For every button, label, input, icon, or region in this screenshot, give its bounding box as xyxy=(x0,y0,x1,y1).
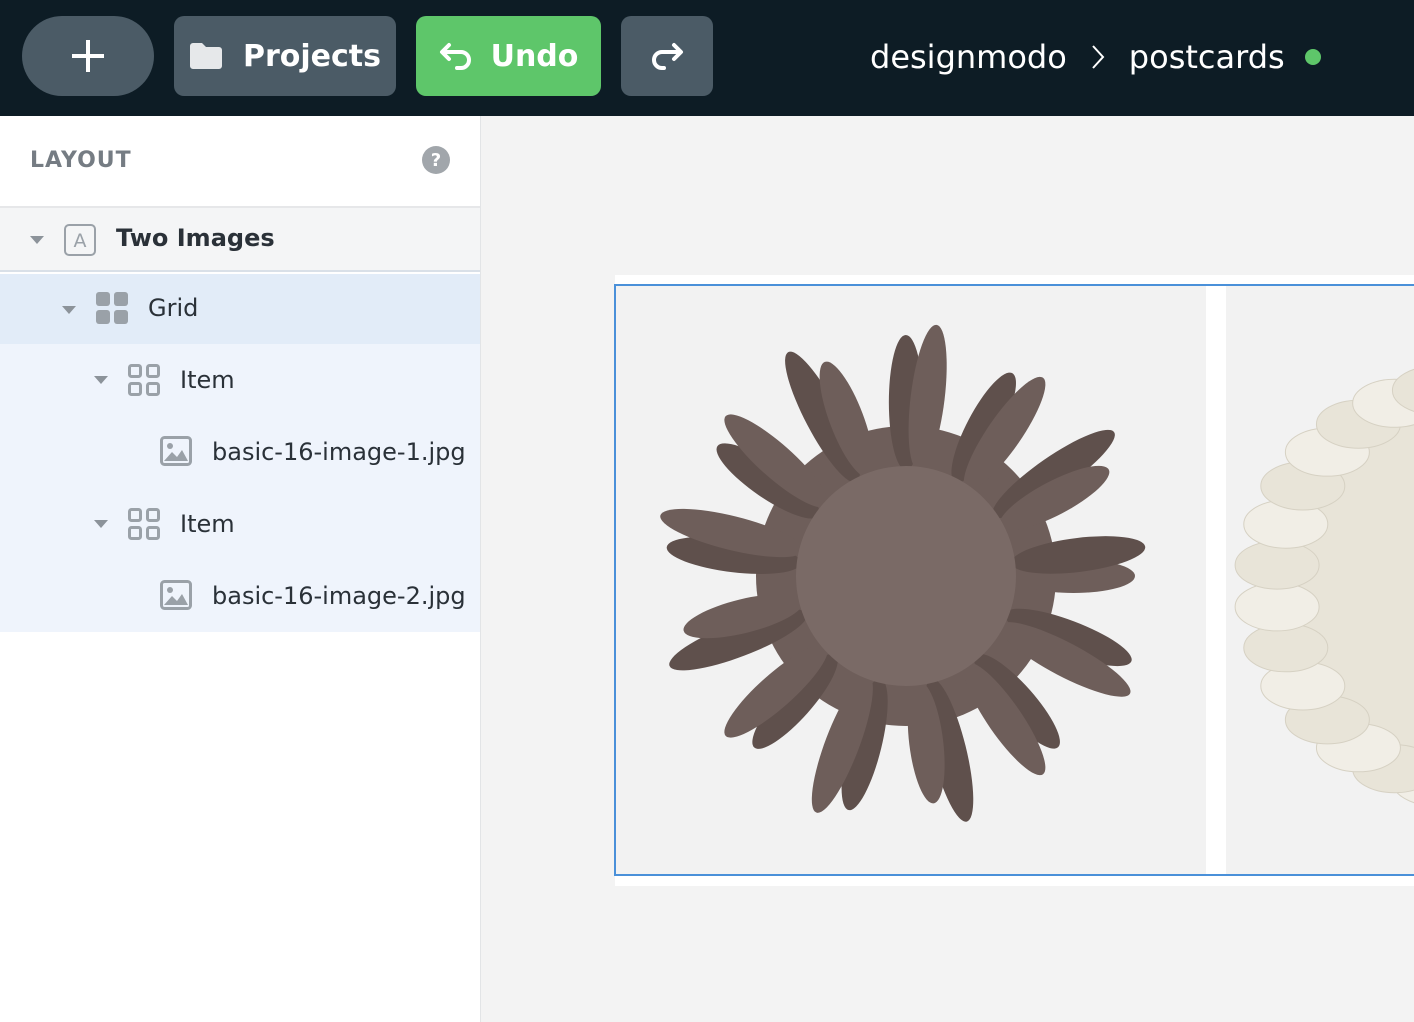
add-button[interactable] xyxy=(22,16,154,96)
tree-label: basic-16-image-2.jpg xyxy=(212,582,466,610)
image-icon xyxy=(160,580,192,616)
svg-text:A: A xyxy=(74,230,87,252)
tree-node-item[interactable]: Item xyxy=(0,344,480,416)
grid-outline-icon xyxy=(128,508,160,546)
sidebar-title: LAYOUT xyxy=(30,148,132,173)
redo-arrow-icon xyxy=(652,43,683,70)
design-canvas[interactable] xyxy=(481,116,1414,1022)
tree-node-image[interactable]: basic-16-image-1.jpg xyxy=(0,416,480,488)
projects-button[interactable]: Projects xyxy=(174,16,396,96)
breadcrumb-project[interactable]: postcards xyxy=(1129,38,1285,76)
chevron-right-icon xyxy=(1091,44,1105,70)
image-icon xyxy=(160,436,192,472)
sidebar-header: LAYOUT ? xyxy=(0,116,480,208)
grid-filled-icon xyxy=(96,292,128,330)
tree-node-grid[interactable]: Grid xyxy=(0,274,480,344)
top-toolbar: Projects Undo designmodo postcards xyxy=(0,0,1414,116)
plus-icon xyxy=(72,40,104,72)
undo-arrow-icon xyxy=(439,43,471,70)
tree-label: Item xyxy=(180,366,235,394)
tree-label: Two Images xyxy=(116,224,275,252)
help-icon[interactable]: ? xyxy=(422,146,450,174)
undo-label: Undo xyxy=(490,38,579,74)
tree-label: basic-16-image-1.jpg xyxy=(212,438,466,466)
status-indicator xyxy=(1304,49,1321,65)
text-block-icon: A xyxy=(64,224,96,262)
breadcrumb-workspace[interactable]: designmodo xyxy=(870,38,1067,76)
tree-label: Grid xyxy=(148,294,199,322)
selection-frame xyxy=(614,284,1414,876)
breadcrumb: designmodo postcards xyxy=(870,30,1321,84)
undo-button[interactable]: Undo xyxy=(416,16,601,96)
tree-node-image[interactable]: basic-16-image-2.jpg xyxy=(0,560,480,632)
layout-sidebar: LAYOUT ? A Two Images Grid Item basic-16… xyxy=(0,116,481,1022)
grid-outline-icon xyxy=(128,364,160,402)
expand-caret-icon[interactable] xyxy=(94,520,108,528)
expand-caret-icon[interactable] xyxy=(94,376,108,384)
redo-button[interactable] xyxy=(621,16,713,96)
expand-caret-icon[interactable] xyxy=(62,306,76,314)
folder-icon xyxy=(189,43,222,69)
tree-label: Item xyxy=(180,510,235,538)
tree-node-two-images[interactable]: A Two Images xyxy=(0,208,480,272)
projects-label: Projects xyxy=(242,38,381,74)
expand-caret-icon[interactable] xyxy=(30,236,44,244)
tree-node-item[interactable]: Item xyxy=(0,488,480,560)
